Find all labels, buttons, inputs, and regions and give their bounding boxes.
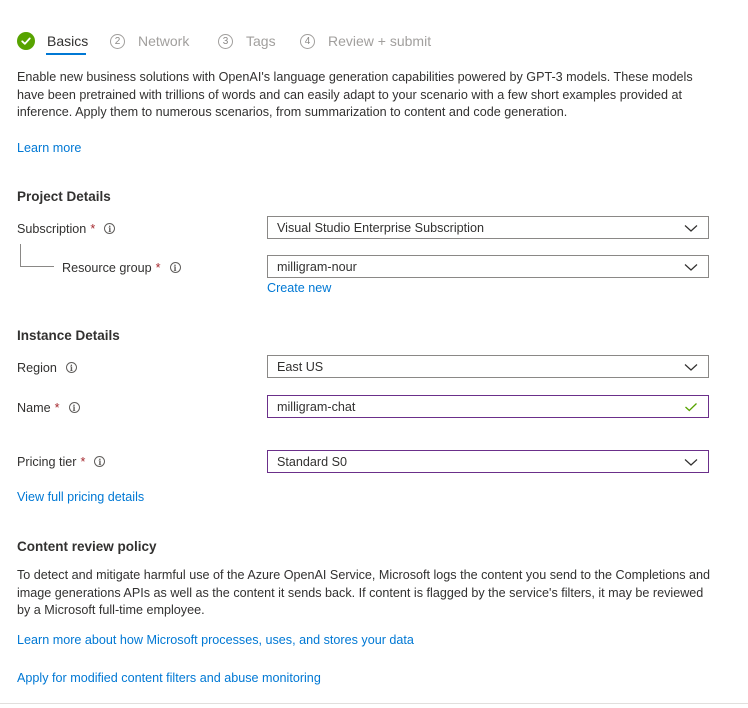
pricing-tier-value: Standard S0 xyxy=(277,454,348,469)
wizard-tabs: Basics 2 Network 3 Tags 4 Review + submi… xyxy=(17,28,737,55)
resource-group-label: Resource group xyxy=(62,260,152,275)
subscription-dropdown[interactable]: Visual Studio Enterprise Subscription xyxy=(267,216,709,239)
resource-group-value: milligram-nour xyxy=(277,259,357,274)
content-review-heading: Content review policy xyxy=(17,539,157,554)
name-label-group: Name * i xyxy=(17,399,80,416)
valid-check-icon xyxy=(685,402,697,411)
tab-label: Basics xyxy=(47,33,89,49)
project-details-heading: Project Details xyxy=(17,189,111,204)
instance-details-heading: Instance Details xyxy=(17,328,120,343)
service-description: Enable new business solutions with OpenA… xyxy=(17,70,693,119)
tab-tags[interactable]: 3 Tags xyxy=(218,28,276,54)
resource-group-label-group: Resource group * i xyxy=(62,259,181,276)
subscription-value: Visual Studio Enterprise Subscription xyxy=(277,220,484,235)
name-input[interactable]: milligram-chat xyxy=(267,395,709,418)
name-label: Name xyxy=(17,400,51,415)
info-icon[interactable]: i xyxy=(68,402,80,413)
tab-network[interactable]: 2 Network xyxy=(110,28,189,54)
region-dropdown[interactable]: East US xyxy=(267,355,709,378)
step-number-icon: 4 xyxy=(300,33,315,49)
info-icon[interactable]: i xyxy=(104,223,116,234)
create-new-link[interactable]: Create new xyxy=(267,281,331,295)
subscription-label-group: Subscription * i xyxy=(17,220,116,237)
info-icon[interactable]: i xyxy=(169,262,181,273)
region-value: East US xyxy=(277,359,324,374)
step-number-icon: 2 xyxy=(110,33,125,49)
completed-check-icon xyxy=(17,32,35,50)
step-number-icon: 3 xyxy=(218,33,233,49)
name-value: milligram-chat xyxy=(277,399,356,414)
info-icon[interactable]: i xyxy=(65,362,77,373)
info-icon[interactable]: i xyxy=(94,456,106,467)
chevron-down-icon xyxy=(684,363,698,371)
chevron-down-icon xyxy=(684,224,698,232)
data-usage-link[interactable]: Learn more about how Microsoft processes… xyxy=(17,633,414,647)
required-marker: * xyxy=(54,400,60,415)
region-label-group: Region i xyxy=(17,359,77,376)
tab-label: Network xyxy=(138,33,190,49)
divider xyxy=(0,703,748,704)
chevron-down-icon xyxy=(684,263,698,271)
content-review-text: To detect and mitigate harmful use of th… xyxy=(17,568,711,617)
active-tab-indicator xyxy=(46,53,86,55)
tab-basics[interactable]: Basics xyxy=(17,28,89,55)
resource-group-dropdown[interactable]: milligram-nour xyxy=(267,255,709,278)
pricing-tier-dropdown[interactable]: Standard S0 xyxy=(267,450,709,473)
tree-connector xyxy=(20,244,54,267)
chevron-down-icon xyxy=(684,458,698,466)
tab-label: Tags xyxy=(246,33,276,49)
view-pricing-link[interactable]: View full pricing details xyxy=(17,490,144,504)
required-marker: * xyxy=(90,221,96,236)
tab-label: Review + submit xyxy=(328,33,432,49)
pricing-tier-label-group: Pricing tier * i xyxy=(17,453,106,470)
subscription-label: Subscription xyxy=(17,221,87,236)
pricing-tier-label: Pricing tier xyxy=(17,454,77,469)
learn-more-link[interactable]: Learn more xyxy=(17,141,81,155)
content-filters-link[interactable]: Apply for modified content filters and a… xyxy=(17,671,321,685)
required-marker: * xyxy=(80,454,86,469)
region-label: Region xyxy=(17,360,57,375)
required-marker: * xyxy=(155,260,161,275)
tab-review-submit[interactable]: 4 Review + submit xyxy=(300,28,431,54)
